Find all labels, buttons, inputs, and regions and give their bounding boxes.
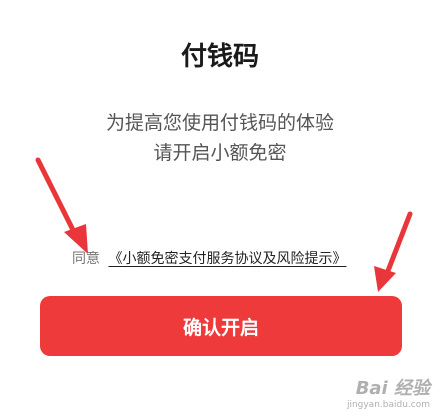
watermark-logo: Bai 经验 — [355, 378, 430, 399]
watermark: Bai 经验 jingyan.baidu.com — [347, 374, 430, 410]
left-arrow-icon — [35, 157, 88, 254]
right-arrow-icon — [374, 211, 413, 292]
annotation-arrows — [35, 157, 413, 292]
watermark-site: jingyan.baidu.com — [346, 400, 430, 410]
